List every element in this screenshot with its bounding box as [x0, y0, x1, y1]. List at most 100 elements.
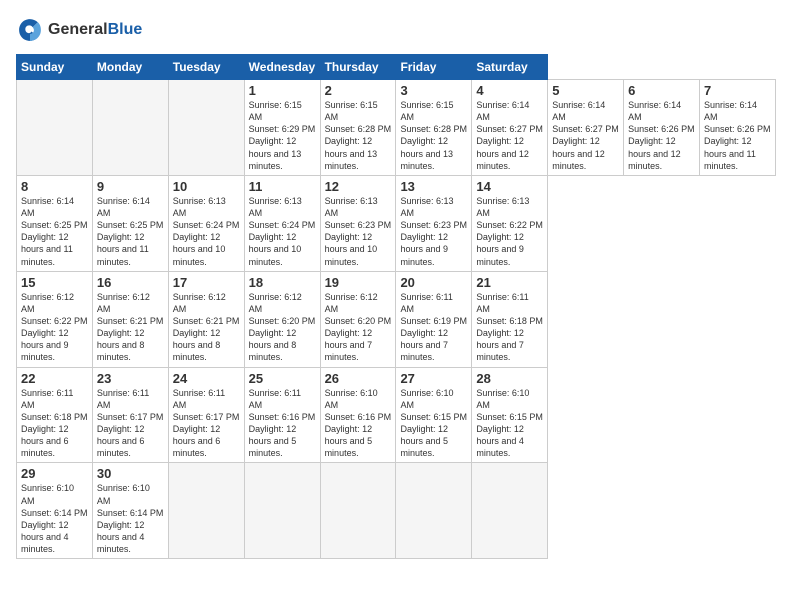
calendar-day-cell: 14 Sunrise: 6:13 AMSunset: 6:22 PMDaylig…: [472, 175, 548, 271]
calendar-day-cell: [168, 463, 244, 559]
day-number: 12: [325, 179, 392, 194]
day-info: Sunrise: 6:11 AMSunset: 6:18 PMDaylight:…: [476, 291, 543, 364]
calendar-week-row: 1 Sunrise: 6:15 AMSunset: 6:29 PMDayligh…: [17, 80, 776, 176]
calendar-day-cell: 2 Sunrise: 6:15 AMSunset: 6:28 PMDayligh…: [320, 80, 396, 176]
calendar-day-cell: [244, 463, 320, 559]
day-number: 26: [325, 371, 392, 386]
calendar-day-cell: 22 Sunrise: 6:11 AMSunset: 6:18 PMDaylig…: [17, 367, 93, 463]
day-number: 27: [400, 371, 467, 386]
day-info: Sunrise: 6:14 AMSunset: 6:25 PMDaylight:…: [21, 195, 88, 268]
logo-icon: [16, 16, 44, 44]
calendar-week-row: 15 Sunrise: 6:12 AMSunset: 6:22 PMDaylig…: [17, 271, 776, 367]
day-info: Sunrise: 6:11 AMSunset: 6:16 PMDaylight:…: [249, 387, 316, 460]
day-number: 19: [325, 275, 392, 290]
logo: GeneralBlue: [16, 16, 142, 44]
day-number: 8: [21, 179, 88, 194]
calendar-day-cell: 24 Sunrise: 6:11 AMSunset: 6:17 PMDaylig…: [168, 367, 244, 463]
day-info: Sunrise: 6:14 AMSunset: 6:25 PMDaylight:…: [97, 195, 164, 268]
day-of-week-header: Sunday: [17, 55, 93, 80]
calendar-container: GeneralBlue SundayMondayTuesdayWednesday…: [0, 0, 792, 569]
day-info: Sunrise: 6:12 AMSunset: 6:20 PMDaylight:…: [249, 291, 316, 364]
calendar-day-cell: 27 Sunrise: 6:10 AMSunset: 6:15 PMDaylig…: [396, 367, 472, 463]
day-of-week-header: Tuesday: [168, 55, 244, 80]
calendar-day-cell: 29 Sunrise: 6:10 AMSunset: 6:14 PMDaylig…: [17, 463, 93, 559]
day-number: 7: [704, 83, 771, 98]
day-info: Sunrise: 6:11 AMSunset: 6:17 PMDaylight:…: [173, 387, 240, 460]
day-of-week-header: Thursday: [320, 55, 396, 80]
day-number: 2: [325, 83, 392, 98]
day-number: 3: [400, 83, 467, 98]
calendar-day-cell: 7 Sunrise: 6:14 AMSunset: 6:26 PMDayligh…: [700, 80, 776, 176]
day-info: Sunrise: 6:13 AMSunset: 6:24 PMDaylight:…: [173, 195, 240, 268]
day-number: 23: [97, 371, 164, 386]
calendar-day-cell: 11 Sunrise: 6:13 AMSunset: 6:24 PMDaylig…: [244, 175, 320, 271]
day-of-week-header: Monday: [92, 55, 168, 80]
day-number: 5: [552, 83, 619, 98]
day-info: Sunrise: 6:10 AMSunset: 6:15 PMDaylight:…: [400, 387, 467, 460]
calendar-body: 1 Sunrise: 6:15 AMSunset: 6:29 PMDayligh…: [17, 80, 776, 559]
calendar-day-cell: [320, 463, 396, 559]
day-info: Sunrise: 6:15 AMSunset: 6:29 PMDaylight:…: [249, 99, 316, 172]
calendar-day-cell: 16 Sunrise: 6:12 AMSunset: 6:21 PMDaylig…: [92, 271, 168, 367]
day-number: 22: [21, 371, 88, 386]
calendar-table: SundayMondayTuesdayWednesdayThursdayFrid…: [16, 54, 776, 559]
calendar-day-cell: 8 Sunrise: 6:14 AMSunset: 6:25 PMDayligh…: [17, 175, 93, 271]
day-info: Sunrise: 6:12 AMSunset: 6:22 PMDaylight:…: [21, 291, 88, 364]
calendar-day-cell: [396, 463, 472, 559]
calendar-day-cell: 19 Sunrise: 6:12 AMSunset: 6:20 PMDaylig…: [320, 271, 396, 367]
day-info: Sunrise: 6:12 AMSunset: 6:21 PMDaylight:…: [97, 291, 164, 364]
calendar-day-cell: [17, 80, 93, 176]
day-info: Sunrise: 6:10 AMSunset: 6:14 PMDaylight:…: [97, 482, 164, 555]
calendar-day-cell: 12 Sunrise: 6:13 AMSunset: 6:23 PMDaylig…: [320, 175, 396, 271]
day-info: Sunrise: 6:14 AMSunset: 6:26 PMDaylight:…: [628, 99, 695, 172]
calendar-week-row: 29 Sunrise: 6:10 AMSunset: 6:14 PMDaylig…: [17, 463, 776, 559]
day-info: Sunrise: 6:11 AMSunset: 6:18 PMDaylight:…: [21, 387, 88, 460]
day-info: Sunrise: 6:15 AMSunset: 6:28 PMDaylight:…: [400, 99, 467, 172]
calendar-day-cell: [92, 80, 168, 176]
calendar-day-cell: 3 Sunrise: 6:15 AMSunset: 6:28 PMDayligh…: [396, 80, 472, 176]
day-number: 4: [476, 83, 543, 98]
day-number: 14: [476, 179, 543, 194]
calendar-week-row: 22 Sunrise: 6:11 AMSunset: 6:18 PMDaylig…: [17, 367, 776, 463]
day-of-week-header: Friday: [396, 55, 472, 80]
calendar-day-cell: 6 Sunrise: 6:14 AMSunset: 6:26 PMDayligh…: [624, 80, 700, 176]
day-number: 30: [97, 466, 164, 481]
day-number: 24: [173, 371, 240, 386]
day-info: Sunrise: 6:12 AMSunset: 6:21 PMDaylight:…: [173, 291, 240, 364]
calendar-day-cell: 5 Sunrise: 6:14 AMSunset: 6:27 PMDayligh…: [548, 80, 624, 176]
day-number: 20: [400, 275, 467, 290]
day-number: 16: [97, 275, 164, 290]
day-info: Sunrise: 6:11 AMSunset: 6:19 PMDaylight:…: [400, 291, 467, 364]
header: GeneralBlue: [16, 16, 776, 44]
day-number: 10: [173, 179, 240, 194]
day-info: Sunrise: 6:13 AMSunset: 6:22 PMDaylight:…: [476, 195, 543, 268]
calendar-day-cell: 15 Sunrise: 6:12 AMSunset: 6:22 PMDaylig…: [17, 271, 93, 367]
day-info: Sunrise: 6:10 AMSunset: 6:15 PMDaylight:…: [476, 387, 543, 460]
calendar-day-cell: 28 Sunrise: 6:10 AMSunset: 6:15 PMDaylig…: [472, 367, 548, 463]
calendar-header-row: SundayMondayTuesdayWednesdayThursdayFrid…: [17, 55, 776, 80]
day-number: 9: [97, 179, 164, 194]
logo-text: GeneralBlue: [48, 21, 142, 39]
day-number: 6: [628, 83, 695, 98]
calendar-week-row: 8 Sunrise: 6:14 AMSunset: 6:25 PMDayligh…: [17, 175, 776, 271]
day-info: Sunrise: 6:11 AMSunset: 6:17 PMDaylight:…: [97, 387, 164, 460]
day-info: Sunrise: 6:15 AMSunset: 6:28 PMDaylight:…: [325, 99, 392, 172]
day-info: Sunrise: 6:13 AMSunset: 6:23 PMDaylight:…: [400, 195, 467, 268]
calendar-day-cell: 1 Sunrise: 6:15 AMSunset: 6:29 PMDayligh…: [244, 80, 320, 176]
day-info: Sunrise: 6:12 AMSunset: 6:20 PMDaylight:…: [325, 291, 392, 364]
calendar-day-cell: 20 Sunrise: 6:11 AMSunset: 6:19 PMDaylig…: [396, 271, 472, 367]
calendar-day-cell: 10 Sunrise: 6:13 AMSunset: 6:24 PMDaylig…: [168, 175, 244, 271]
calendar-day-cell: 9 Sunrise: 6:14 AMSunset: 6:25 PMDayligh…: [92, 175, 168, 271]
calendar-day-cell: 21 Sunrise: 6:11 AMSunset: 6:18 PMDaylig…: [472, 271, 548, 367]
day-info: Sunrise: 6:13 AMSunset: 6:23 PMDaylight:…: [325, 195, 392, 268]
calendar-day-cell: 4 Sunrise: 6:14 AMSunset: 6:27 PMDayligh…: [472, 80, 548, 176]
day-number: 13: [400, 179, 467, 194]
day-number: 17: [173, 275, 240, 290]
day-number: 29: [21, 466, 88, 481]
day-number: 1: [249, 83, 316, 98]
day-number: 25: [249, 371, 316, 386]
day-of-week-header: Saturday: [472, 55, 548, 80]
day-info: Sunrise: 6:14 AMSunset: 6:26 PMDaylight:…: [704, 99, 771, 172]
day-info: Sunrise: 6:10 AMSunset: 6:16 PMDaylight:…: [325, 387, 392, 460]
calendar-day-cell: [168, 80, 244, 176]
